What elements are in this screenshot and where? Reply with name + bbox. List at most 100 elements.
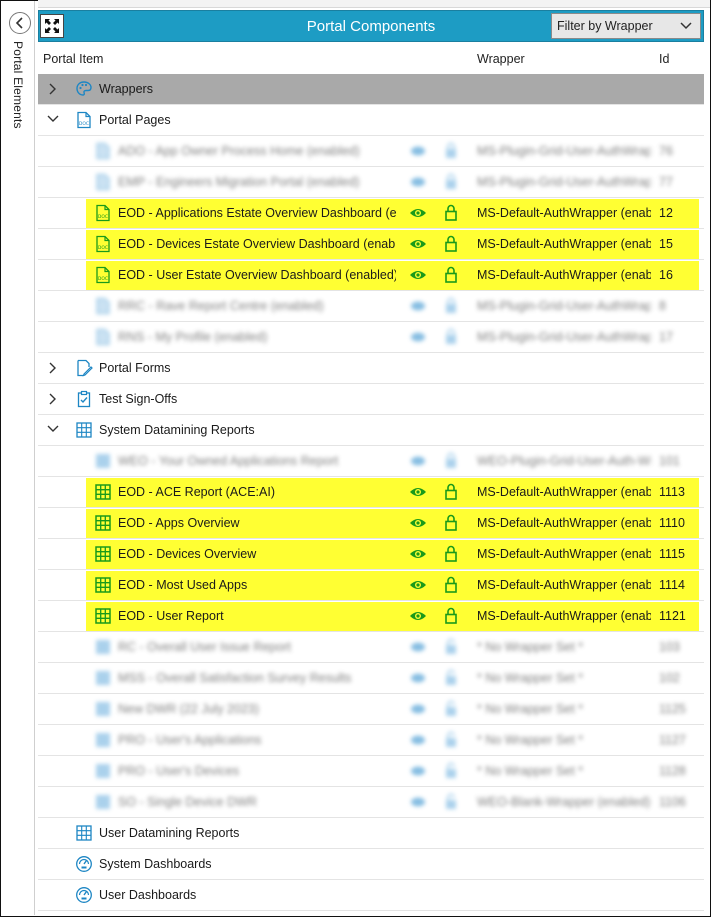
portal-page-row[interactable]: ADO - App Owner Process Home (enabled) M…: [38, 136, 704, 167]
unlock-icon[interactable]: [444, 731, 458, 749]
chevron-down-icon[interactable]: [47, 114, 59, 124]
chevron-right-icon[interactable]: [47, 393, 57, 405]
unlock-icon[interactable]: [444, 638, 458, 656]
wrapper-value: WEO-Plugin-Grid-User-Auth-Wrapper: [477, 454, 651, 468]
lock-icon[interactable]: [444, 514, 458, 532]
grid-icon: [95, 577, 111, 593]
portal-page-row[interactable]: EMP - Engineers Migration Portal (enable…: [38, 167, 704, 198]
portal-page-row[interactable]: DOC EOD - Devices Estate Overview Dashbo…: [38, 229, 704, 260]
wrapper-value: MS-Plugin-Grid-User-AuthWrapper: [477, 144, 651, 158]
report-label: EOD - Most Used Apps: [118, 578, 248, 592]
tree-node-portal-pages[interactable]: DOC Portal Pages: [38, 105, 704, 136]
tree-node-user-datamining-reports[interactable]: User Datamining Reports: [38, 818, 704, 849]
column-wrapper[interactable]: Wrapper: [477, 52, 525, 66]
report-row[interactable]: PRO - User's Devices * No Wrapper Set * …: [38, 756, 704, 787]
report-row[interactable]: EOD - Most Used Apps MS-Default-AuthWrap…: [38, 570, 704, 601]
wrapper-value: MS-Default-AuthWrapper (enabled): [477, 578, 651, 592]
unlock-icon[interactable]: [444, 700, 458, 718]
eye-icon[interactable]: [409, 267, 427, 283]
tree-node-system-dashboards[interactable]: System Dashboards: [38, 849, 704, 880]
lock-icon[interactable]: [444, 235, 458, 253]
chevron-right-icon[interactable]: [47, 362, 57, 374]
report-row[interactable]: SO - Single Device DWR WEO-Blank-Wrapper…: [38, 787, 704, 818]
report-label: EOD - ACE Report (ACE:AI): [118, 485, 275, 499]
lock-icon[interactable]: [444, 576, 458, 594]
eye-icon[interactable]: [409, 515, 427, 531]
report-row[interactable]: MSS - Overall Satisfaction Survey Result…: [38, 663, 704, 694]
report-row[interactable]: RC - Overall User Issue Report * No Wrap…: [38, 632, 704, 663]
chevron-right-icon[interactable]: [47, 83, 57, 95]
eye-icon[interactable]: [409, 174, 427, 190]
eye-off-icon[interactable]: [409, 670, 427, 686]
portal-page-row[interactable]: DOC EOD - Applications Estate Overview D…: [38, 198, 704, 229]
eye-icon[interactable]: [409, 236, 427, 252]
lock-icon[interactable]: [444, 142, 458, 160]
filter-by-wrapper-select[interactable]: Filter by Wrapper: [551, 13, 701, 39]
lock-icon[interactable]: [444, 173, 458, 191]
eye-icon[interactable]: [409, 577, 427, 593]
eye-icon[interactable]: [409, 546, 427, 562]
unlock-icon[interactable]: [444, 762, 458, 780]
tree-node-system-datamining-reports[interactable]: System Datamining Reports: [38, 415, 704, 446]
id-value: 1125: [659, 702, 686, 716]
report-row[interactable]: EOD - Devices Overview MS-Default-AuthWr…: [38, 539, 704, 570]
id-value: 1127: [659, 733, 686, 747]
id-value: 103: [659, 640, 680, 654]
id-value: 8: [659, 299, 666, 313]
unlock-icon[interactable]: [444, 793, 458, 811]
tree-node-wrappers[interactable]: Wrappers: [38, 74, 704, 105]
report-row[interactable]: EOD - User Report MS-Default-AuthWrapper…: [38, 601, 704, 632]
report-row[interactable]: WEO - Your Owned Applications Report WEO…: [38, 446, 704, 477]
wrapper-value: MS-Plugin-Grid-User-AuthWrapper: [477, 330, 651, 344]
portal-page-row[interactable]: RNS - My Profile (enabled) MS-Plugin-Gri…: [38, 322, 704, 353]
report-row[interactable]: EOD - ACE Report (ACE:AI) MS-Default-Aut…: [38, 477, 704, 508]
eye-off-icon[interactable]: [409, 794, 427, 810]
eye-off-icon[interactable]: [409, 639, 427, 655]
lock-icon[interactable]: [444, 607, 458, 625]
lock-icon[interactable]: [444, 297, 458, 315]
column-id[interactable]: Id: [659, 52, 669, 66]
report-row[interactable]: EOD - Apps Overview MS-Default-AuthWrapp…: [38, 508, 704, 539]
lock-icon[interactable]: [444, 545, 458, 563]
eye-off-icon[interactable]: [409, 732, 427, 748]
page-icon: [96, 174, 110, 190]
eye-icon[interactable]: [409, 143, 427, 159]
grid-icon: [95, 484, 111, 500]
portal-page-row[interactable]: RRC - Rave Report Centre (enabled) MS-Pl…: [38, 291, 704, 322]
chevron-down-icon: [680, 22, 692, 30]
wrapper-value: * No Wrapper Set *: [477, 671, 584, 685]
form-edit-icon: [77, 359, 93, 377]
tree-node-label: User Datamining Reports: [99, 826, 240, 840]
eye-icon[interactable]: [409, 329, 427, 345]
report-label: New DWR (22 July 2023): [118, 702, 260, 716]
id-value: 1113: [659, 485, 685, 499]
palette-icon: [76, 81, 92, 96]
eye-icon[interactable]: [409, 608, 427, 624]
lock-icon[interactable]: [444, 266, 458, 284]
lock-icon[interactable]: [444, 204, 458, 222]
tree-node-label: Portal Forms: [99, 361, 171, 375]
id-value: 12: [659, 206, 673, 220]
clipboard-check-icon: [77, 390, 91, 408]
grid-icon: [96, 795, 110, 809]
expand-button[interactable]: [40, 14, 64, 38]
portal-page-row[interactable]: DOC EOD - User Estate Overview Dashboard…: [38, 260, 704, 291]
lock-icon[interactable]: [444, 483, 458, 501]
collapse-pane-button[interactable]: [9, 12, 31, 34]
tree-node-user-dashboards[interactable]: User Dashboards: [38, 880, 704, 911]
eye-icon[interactable]: [409, 205, 427, 221]
eye-icon[interactable]: [409, 453, 427, 469]
lock-icon[interactable]: [444, 452, 458, 470]
eye-icon[interactable]: [409, 298, 427, 314]
eye-off-icon[interactable]: [409, 701, 427, 717]
report-row[interactable]: PRO - User's Applications * No Wrapper S…: [38, 725, 704, 756]
eye-icon[interactable]: [409, 484, 427, 500]
eye-off-icon[interactable]: [409, 763, 427, 779]
unlock-icon[interactable]: [444, 669, 458, 687]
report-row[interactable]: New DWR (22 July 2023) * No Wrapper Set …: [38, 694, 704, 725]
chevron-down-icon[interactable]: [47, 424, 59, 434]
lock-icon[interactable]: [444, 328, 458, 346]
column-portal-item[interactable]: Portal Item: [43, 52, 103, 66]
tree-node-test-signoffs[interactable]: Test Sign-Offs: [38, 384, 704, 415]
tree-node-portal-forms[interactable]: Portal Forms: [38, 353, 704, 384]
